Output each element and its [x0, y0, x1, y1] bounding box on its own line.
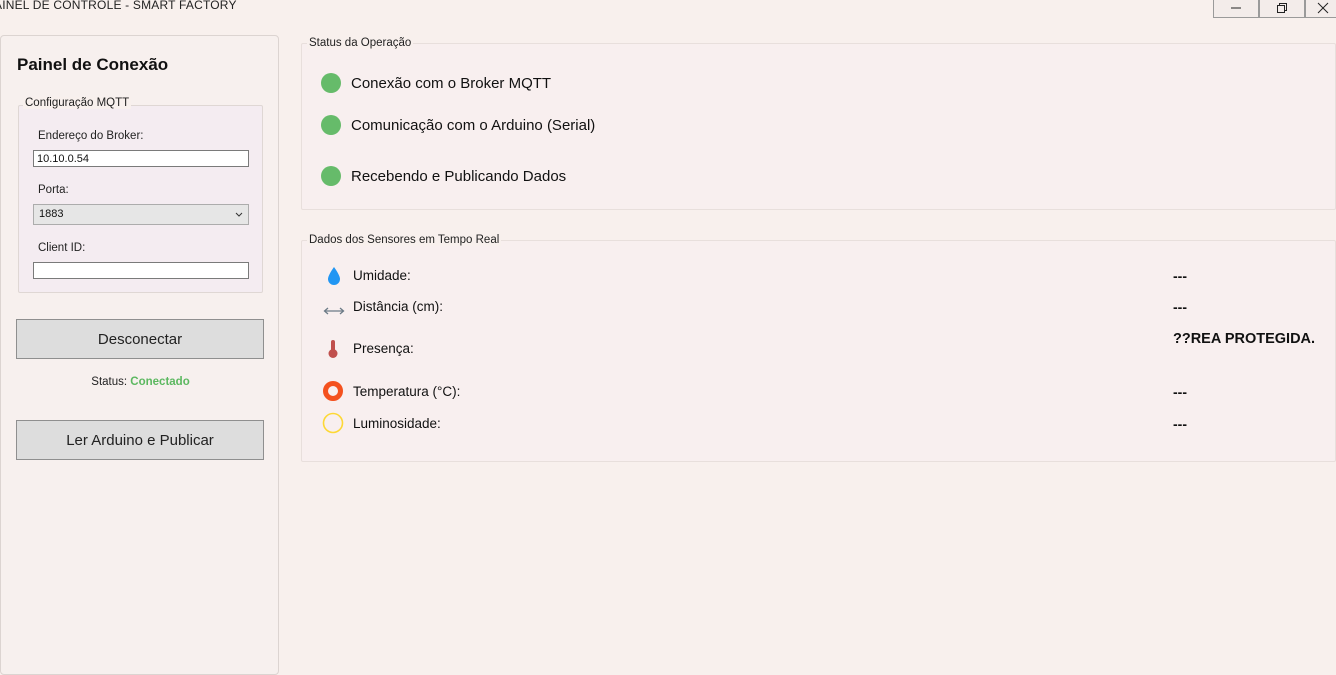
port-select-value: 1883: [39, 208, 64, 220]
port-select[interactable]: 1883: [33, 204, 249, 225]
humidity-label: Umidade:: [353, 268, 411, 283]
close-button[interactable]: [1305, 0, 1336, 18]
close-icon: [1317, 2, 1328, 14]
minimize-icon: [1231, 7, 1241, 9]
mqtt-status-dot: [321, 73, 341, 93]
disconnect-button[interactable]: Desconectar: [16, 319, 264, 359]
connection-panel-title: Painel de Conexão: [17, 55, 169, 74]
water-drop-icon: [328, 267, 340, 285]
distance-value: ---: [1173, 299, 1187, 315]
read-arduino-publish-button[interactable]: Ler Arduino e Publicar: [16, 420, 264, 460]
mqtt-config-group: Endereço do Broker: Porta: 1883 Client I…: [18, 105, 263, 293]
light-ring-icon: [322, 412, 344, 434]
restore-button[interactable]: [1259, 0, 1305, 18]
chevron-down-icon: [235, 212, 243, 217]
temperature-value: ---: [1173, 384, 1187, 400]
temperature-label: Temperatura (°C):: [353, 384, 461, 399]
broker-address-label: Endereço do Broker:: [38, 130, 144, 142]
distance-arrows-icon: [323, 307, 345, 315]
presence-value: ??REA PROTEGIDA.: [1173, 331, 1316, 347]
client-id-input[interactable]: [33, 262, 249, 279]
mqtt-config-legend: Configuração MQTT: [23, 97, 132, 109]
status-value: Conectado: [130, 376, 190, 388]
connection-status: Status: Conectado: [1, 376, 280, 388]
distance-label: Distância (cm):: [353, 299, 444, 314]
arduino-status-dot: [321, 115, 341, 135]
sensor-data-panel: Umidade: --- Distância (cm): --- Presenç…: [301, 240, 1336, 462]
client-id-label: Client ID:: [38, 242, 86, 254]
minimize-button[interactable]: [1213, 0, 1259, 18]
arduino-status-label: Comunicação com o Arduino (Serial): [351, 117, 596, 134]
mqtt-status-label: Conexão com o Broker MQTT: [351, 75, 552, 92]
restore-icon: [1277, 3, 1287, 13]
data-status-dot: [321, 166, 341, 186]
presence-label: Presença:: [353, 341, 414, 356]
sensor-data-legend: Dados dos Sensores em Tempo Real: [307, 234, 502, 246]
thermometer-icon: [328, 340, 338, 358]
data-status-label: Recebendo e Publicando Dados: [351, 168, 567, 185]
operation-status-panel: Conexão com o Broker MQTT Comunicação co…: [301, 43, 1336, 210]
port-label: Porta:: [38, 184, 69, 196]
luminosity-value: ---: [1173, 416, 1187, 432]
window-title: AINEL DE CONTROLE - SMART FACTORY: [0, 0, 237, 12]
status-label: Status:: [91, 376, 128, 388]
humidity-value: ---: [1173, 268, 1187, 284]
luminosity-label: Luminosidade:: [353, 416, 441, 431]
title-bar: AINEL DE CONTROLE - SMART FACTORY: [0, 0, 1336, 20]
connection-panel: Painel de Conexão Endereço do Broker: Po…: [0, 35, 279, 675]
temperature-ring-icon: [323, 381, 343, 401]
operation-status-legend: Status da Operação: [307, 37, 414, 49]
broker-address-input[interactable]: [33, 150, 249, 167]
